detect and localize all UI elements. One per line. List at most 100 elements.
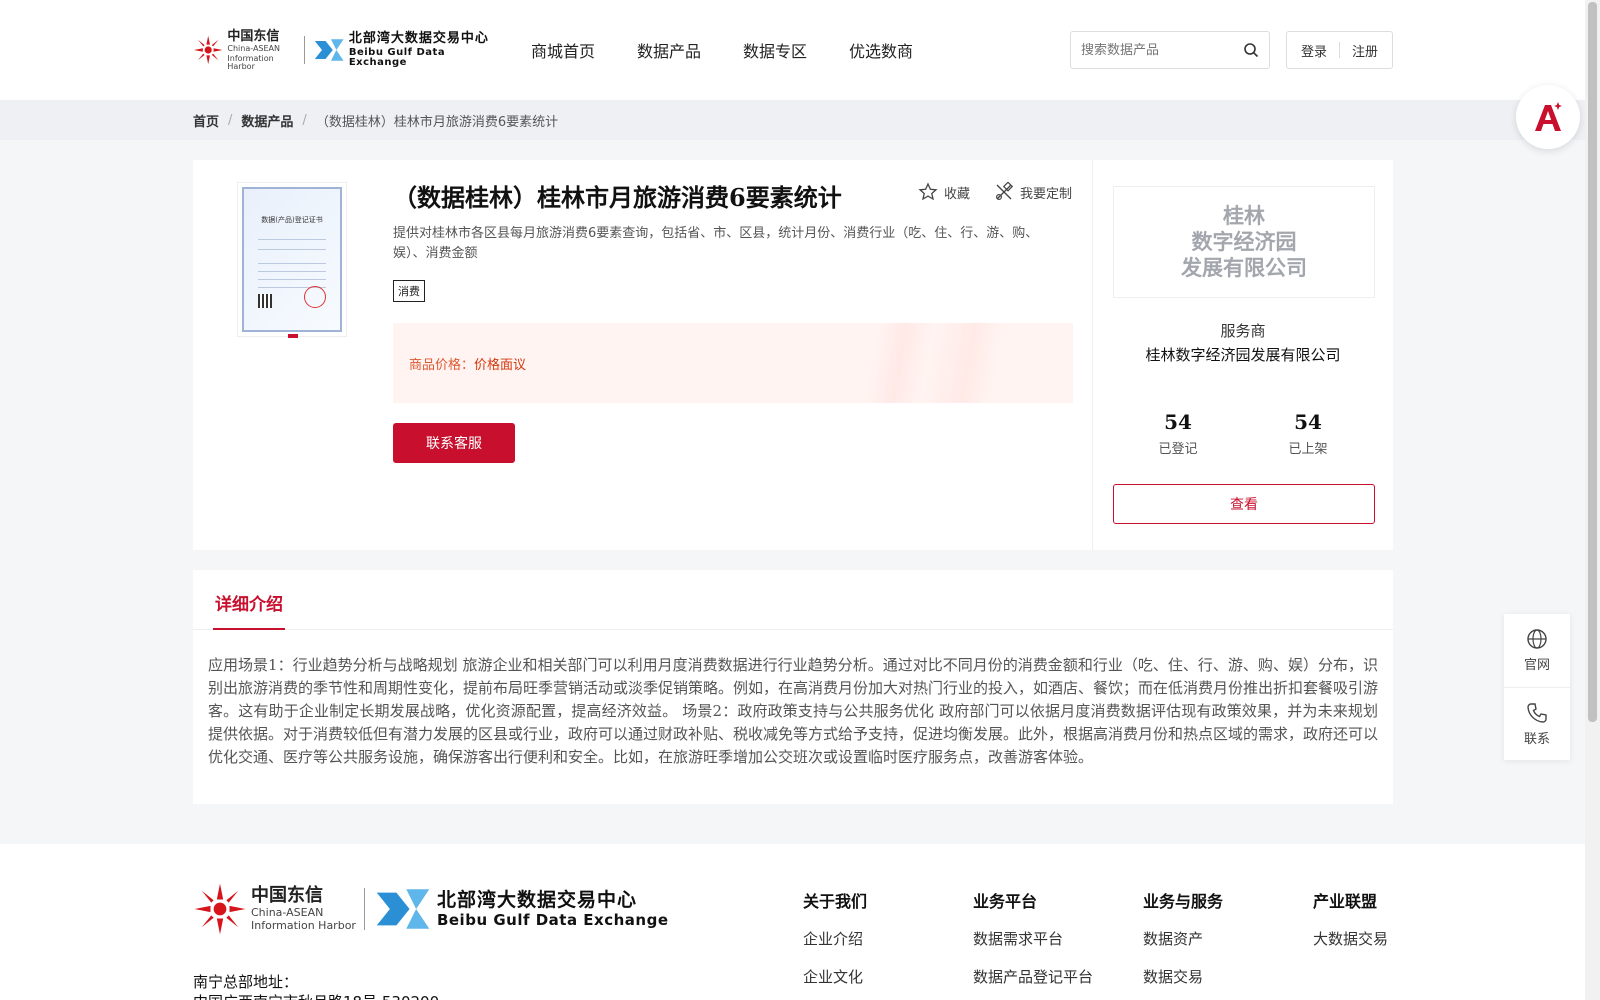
footer-link[interactable]: 数据资产 [1143, 928, 1313, 949]
logo-en-line2: Information Harbor [251, 919, 356, 932]
footer-col-about: 关于我们 企业介绍 企业文化 [803, 888, 973, 1000]
view-vendor-button[interactable]: 查看 [1113, 484, 1375, 524]
register-link[interactable]: 注册 [1352, 41, 1378, 60]
nav-data-products[interactable]: 数据产品 [637, 38, 701, 62]
certificate-title: 数据(产品)登记证书 [261, 216, 323, 224]
auth-separator [1339, 42, 1340, 58]
contact-label: 联系 [1523, 731, 1550, 747]
tab-details[interactable]: 详细介绍 [215, 590, 283, 615]
details-tabs: 详细介绍 [193, 570, 1393, 630]
customize-button[interactable]: 我要定制 [994, 182, 1072, 202]
red-seal-icon [304, 286, 326, 308]
auth-links: 登录 注册 [1286, 31, 1393, 69]
details-body: 应用场景1：行业趋势分析与战略规划 旅游企业和相关部门可以利用月度消费数据进行行… [208, 656, 1379, 766]
vendor-role: 服务商 [1220, 322, 1266, 340]
qr-code-icon [258, 294, 272, 308]
favorite-label: 收藏 [943, 186, 970, 202]
category-tag[interactable]: 消费 [393, 280, 425, 302]
breadcrumb-inner: 首页 / 数据产品 / （数据桂林）桂林市月旅游消费6要素统计 [193, 100, 558, 140]
product-description: 提供对桂林市各区县每月旅游消费6要素查询，包括省、市、区县，统计月份、消费行业（… [393, 226, 1039, 261]
footer-link[interactable]: 数据需求平台 [973, 928, 1143, 949]
breadcrumb-separator: / [228, 112, 233, 128]
customize-tools-icon [995, 182, 1014, 201]
price-panel: 商品价格： 价格面议 [393, 323, 1073, 403]
breadcrumb-home[interactable]: 首页 [193, 111, 219, 130]
vendor-logo[interactable]: 桂林 数字经济园 发展有限公司 [1113, 186, 1375, 298]
footer-col-heading: 业务与服务 [1143, 892, 1224, 911]
search-icon[interactable] [1243, 42, 1259, 58]
logo-divider [303, 36, 305, 64]
exchange-en-name: Beibu Gulf Data Exchange [436, 910, 669, 929]
exchange-logo-text: 北部湾大数据交易中心 Beibu Gulf Data Exchange [349, 32, 491, 68]
vendor-logo-line: 数字经济园 [1191, 229, 1297, 254]
footer-columns: 关于我们 企业介绍 企业文化 业务平台 数据需求平台 数据产品登记平台 业务与服… [803, 888, 1483, 1000]
footer-exchange-text: 北部湾大数据交易中心 Beibu Gulf Data Exchange [436, 890, 669, 929]
thumbnail-indicator[interactable] [288, 334, 298, 338]
logo-en-line1: China-ASEAN [227, 43, 281, 53]
product-thumbnail[interactable]: 数据(产品)登记证书 [237, 182, 347, 338]
main-nav: 商城首页 数据产品 数据专区 优选数商 [531, 38, 955, 62]
favorite-button[interactable]: 收藏 [918, 182, 970, 202]
certificate-line [258, 279, 326, 280]
globe-icon [1527, 629, 1547, 649]
footer-col-heading: 业务平台 [973, 892, 1038, 911]
footer-address: 南宁总部地址： 中国广西南宁市秋月路18号 530200 [193, 972, 439, 1000]
phone-icon [1527, 702, 1547, 723]
china-asean-logo-icon [193, 35, 223, 65]
breadcrumb: 首页 / 数据产品 / （数据桂林）桂林市月旅游消费6要素统计 [0, 100, 1600, 140]
footer-link[interactable]: 数据产品登记平台 [973, 966, 1143, 987]
price-value: 价格面议 [474, 357, 527, 373]
header-inner: 中国东信 China-ASEAN Information Harbor 北部湾大… [193, 0, 1393, 100]
certificate-line [258, 271, 326, 272]
footer-logo-cn: 中国东信 China-ASEAN Information Harbor [251, 885, 356, 932]
side-toolbar: 官网 联系 [1504, 614, 1570, 760]
login-link[interactable]: 登录 [1301, 41, 1327, 60]
breadcrumb-products[interactable]: 数据产品 [241, 111, 293, 130]
breadcrumb-current: （数据桂林）桂林市月旅游消费6要素统计 [315, 114, 559, 130]
footer-link[interactable]: 企业文化 [803, 966, 973, 987]
search-input[interactable] [1081, 42, 1243, 58]
search-box [1070, 31, 1270, 69]
ai-assistant-button[interactable] [1516, 85, 1580, 149]
certificate-image: 数据(产品)登记证书 [242, 187, 342, 332]
product-title: （数据桂林）桂林市月旅游消费6要素统计 [393, 183, 842, 212]
nav-data-zone[interactable]: 数据专区 [743, 38, 807, 62]
address-line: 中国广西南宁市秋月路18号 530200 [193, 992, 439, 1000]
site-footer: 中国东信 China-ASEAN Information Harbor 北部湾大… [0, 844, 1585, 1000]
china-asean-logo-icon [194, 883, 246, 935]
logo-mark: 中国东信 China-ASEAN Information Harbor [193, 30, 296, 71]
logo-cn-name: 中国东信 [251, 885, 323, 906]
product-actions: 收藏 我要定制 [894, 182, 1072, 202]
footer-link[interactable]: 企业介绍 [803, 928, 973, 949]
listed-count: 54 [1294, 410, 1322, 434]
listed-stat: 54 已上架 [1288, 410, 1327, 457]
listed-label: 已上架 [1288, 442, 1328, 457]
certificate-line [258, 239, 326, 240]
site-logo[interactable]: 中国东信 China-ASEAN Information Harbor 北部湾大… [193, 30, 491, 70]
official-site-button[interactable]: 官网 [1504, 614, 1570, 687]
logo-en-line2: Information Harbor [227, 53, 274, 71]
nav-preferred-vendors[interactable]: 优选数商 [849, 38, 913, 62]
logo-cn-text: 中国东信 China-ASEAN Information Harbor [227, 30, 295, 71]
vendor-stats: 54 已登记 54 已上架 [1113, 410, 1373, 457]
certificate-line [258, 249, 326, 250]
price-label: 商品价格： [409, 357, 475, 373]
certificate-line [258, 263, 326, 264]
exchange-en-name: Beibu Gulf Data Exchange [348, 47, 446, 68]
footer-logo[interactable]: 中国东信 China-ASEAN Information Harbor 北部湾大… [193, 882, 669, 936]
footer-link[interactable]: 大数据交易 [1313, 928, 1483, 949]
footer-col-heading: 产业联盟 [1313, 892, 1378, 911]
star-icon [918, 182, 938, 201]
contact-button[interactable]: 联系 [1504, 687, 1570, 760]
beibu-gulf-logo-icon [314, 39, 344, 61]
contact-service-button[interactable]: 联系客服 [393, 423, 515, 463]
product-card: 数据(产品)登记证书 （数据桂林）桂林市月旅游消费6要素统计 收藏 我要定制 提… [193, 160, 1393, 550]
nav-mall-home[interactable]: 商城首页 [531, 38, 595, 62]
footer-col-services: 业务与服务 数据资产 数据交易 [1143, 888, 1313, 1000]
logo-cn-name: 中国东信 [227, 28, 280, 44]
footer-link[interactable]: 数据交易 [1143, 966, 1313, 987]
active-tab-indicator [213, 628, 285, 630]
registered-count: 54 [1164, 410, 1192, 434]
page-scrollbar[interactable] [1585, 0, 1600, 1000]
scrollbar-thumb[interactable] [1588, 2, 1597, 722]
